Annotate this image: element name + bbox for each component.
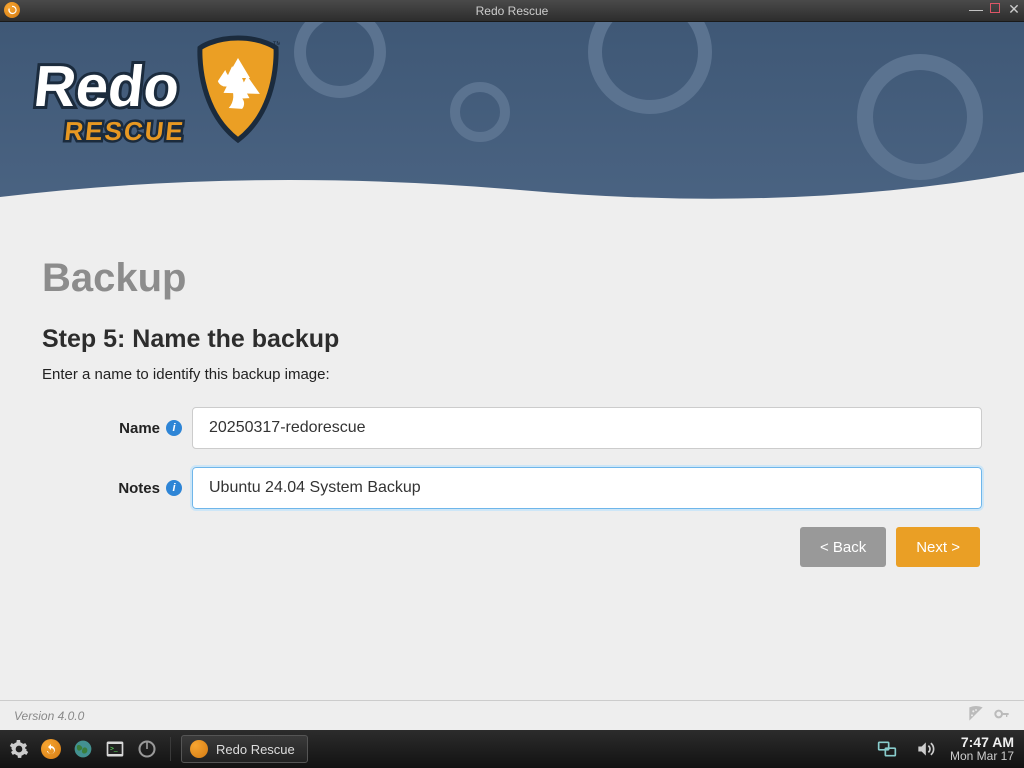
version-text: Version 4.0.0	[14, 709, 84, 723]
volume-icon[interactable]	[912, 736, 938, 762]
page-title: Backup	[42, 256, 982, 301]
globe-icon[interactable]	[70, 736, 96, 762]
key-icon[interactable]	[994, 706, 1010, 725]
name-input[interactable]	[192, 407, 982, 449]
power-icon[interactable]	[134, 736, 160, 762]
svg-text:RESCUE: RESCUE	[63, 116, 186, 146]
taskbar-app-label: Redo Rescue	[216, 742, 295, 757]
close-button[interactable]: ✕	[1008, 3, 1020, 15]
terminal-icon[interactable]: >_	[102, 736, 128, 762]
svg-text:>_: >_	[110, 746, 118, 753]
app-icon	[4, 2, 20, 18]
svg-text:Redo: Redo	[31, 54, 183, 119]
back-button[interactable]: < Back	[800, 527, 886, 567]
network-icon[interactable]	[874, 736, 900, 762]
redo-shield-icon	[190, 740, 208, 758]
info-icon[interactable]: i	[166, 420, 182, 436]
main-panel: Backup Step 5: Name the backup Enter a n…	[0, 220, 1024, 567]
window-titlebar: Redo Rescue — ✕	[0, 0, 1024, 22]
taskbar: >_ Redo Rescue 7:47 AM Mon Mar 17	[0, 730, 1024, 768]
hero-banner: Redo RESCUE ™	[0, 22, 1024, 220]
minimize-button[interactable]: —	[970, 3, 982, 15]
next-button[interactable]: Next >	[896, 527, 980, 567]
window-title: Redo Rescue	[476, 4, 549, 18]
version-bar: Version 4.0.0	[0, 700, 1024, 730]
step-title: Step 5: Name the backup	[42, 325, 982, 354]
notes-input[interactable]	[192, 467, 982, 509]
info-icon[interactable]: i	[166, 480, 182, 496]
name-label: Name i	[42, 420, 192, 437]
clock[interactable]: 7:47 AM Mon Mar 17	[950, 735, 1018, 764]
restore-button[interactable]	[990, 3, 1000, 13]
redo-shield-icon[interactable]	[38, 736, 64, 762]
notes-label: Notes i	[42, 480, 192, 497]
svg-text:™: ™	[272, 40, 280, 51]
settings-icon[interactable]	[6, 736, 32, 762]
taskbar-app-button[interactable]: Redo Rescue	[181, 735, 308, 763]
pizza-icon[interactable]	[968, 706, 984, 725]
instruction-text: Enter a name to identify this backup ima…	[42, 366, 982, 383]
